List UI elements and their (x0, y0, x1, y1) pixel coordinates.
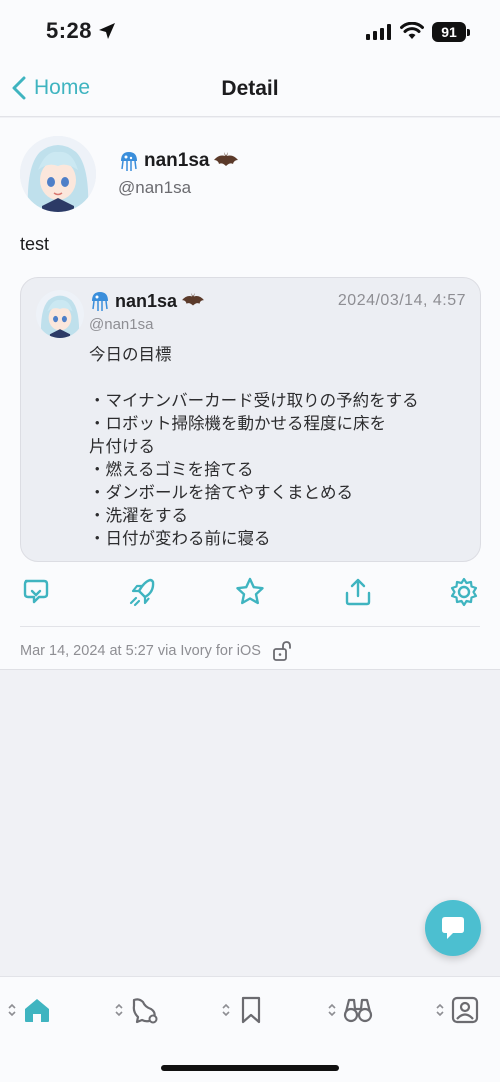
binoculars-icon (343, 998, 373, 1023)
cellular-signal-icon (366, 24, 391, 40)
location-arrow-icon (99, 23, 115, 39)
quoted-author-avatar[interactable] (36, 290, 84, 338)
quoted-author-handle: @nan1sa (89, 316, 154, 333)
share-icon[interactable] (342, 576, 374, 608)
favorite-icon[interactable] (234, 576, 266, 608)
chat-bubble-icon (442, 917, 464, 939)
post-actions (0, 576, 500, 616)
quoted-author-name-row: nan1sa (89, 290, 205, 312)
wifi-icon (400, 22, 424, 39)
jellyfish-emoji-icon (121, 152, 137, 171)
notifications-icon (132, 998, 158, 1024)
tab-profile[interactable] (436, 993, 480, 1027)
divider (20, 626, 480, 627)
bat-emoji-icon (214, 152, 239, 166)
navigation-bar: Home Detail (0, 64, 500, 117)
reply-icon[interactable] (20, 576, 52, 608)
quoted-post[interactable]: nan1sa @nan1sa 2024/03/14, 4:57 今日の目標 ・マ… (20, 277, 481, 562)
switch-arrows-icon (222, 1003, 230, 1017)
post-text: test (20, 234, 50, 254)
bookmarks-icon (241, 996, 261, 1024)
tab-bookmarks[interactable] (222, 993, 266, 1027)
quoted-author-name: nan1sa (115, 290, 178, 311)
bat-emoji-icon (182, 292, 204, 306)
jellyfish-emoji-icon (92, 292, 108, 311)
author-name: nan1sa (144, 150, 210, 171)
home-icon (25, 999, 49, 1022)
switch-arrows-icon (328, 1003, 336, 1017)
tab-notifications[interactable] (115, 993, 159, 1027)
page-title: Detail (221, 77, 279, 100)
author-info: nan1sa @nan1sa (118, 150, 239, 198)
quoted-post-date: 2024/03/14, 4:57 (337, 292, 466, 309)
switch-arrows-icon (8, 1003, 16, 1017)
tab-home[interactable] (8, 993, 52, 1027)
compose-button[interactable] (425, 900, 481, 956)
battery-indicator: 91 (432, 22, 470, 42)
boost-icon[interactable] (126, 576, 158, 608)
profile-icon (451, 996, 479, 1024)
unlocked-icon (273, 641, 291, 661)
status-bar: 5:28 91 (0, 0, 500, 64)
switch-arrows-icon (436, 1003, 444, 1017)
post-detail: nan1sa @nan1sa test nan1sa @nan1sa 2024/… (0, 118, 500, 670)
home-indicator (161, 1065, 339, 1071)
post-timestamp: Mar 14, 2024 at 5:27 via Ivory for iOS (20, 643, 261, 659)
status-time: 5:28 (46, 18, 93, 43)
avatar-illustration (36, 290, 84, 338)
more-icon[interactable] (448, 576, 480, 608)
tab-explore[interactable] (328, 993, 374, 1027)
author-handle: @nan1sa (118, 178, 192, 197)
author-avatar[interactable] (20, 136, 96, 212)
post-meta: Mar 14, 2024 at 5:27 via Ivory for iOS (20, 640, 293, 662)
switch-arrows-icon (115, 1003, 123, 1017)
avatar-illustration (20, 136, 96, 212)
quoted-post-body: 今日の目標 ・マイナンバーカード受け取りの予約をする ・ロボット掃除機を動かせる… (89, 346, 419, 548)
